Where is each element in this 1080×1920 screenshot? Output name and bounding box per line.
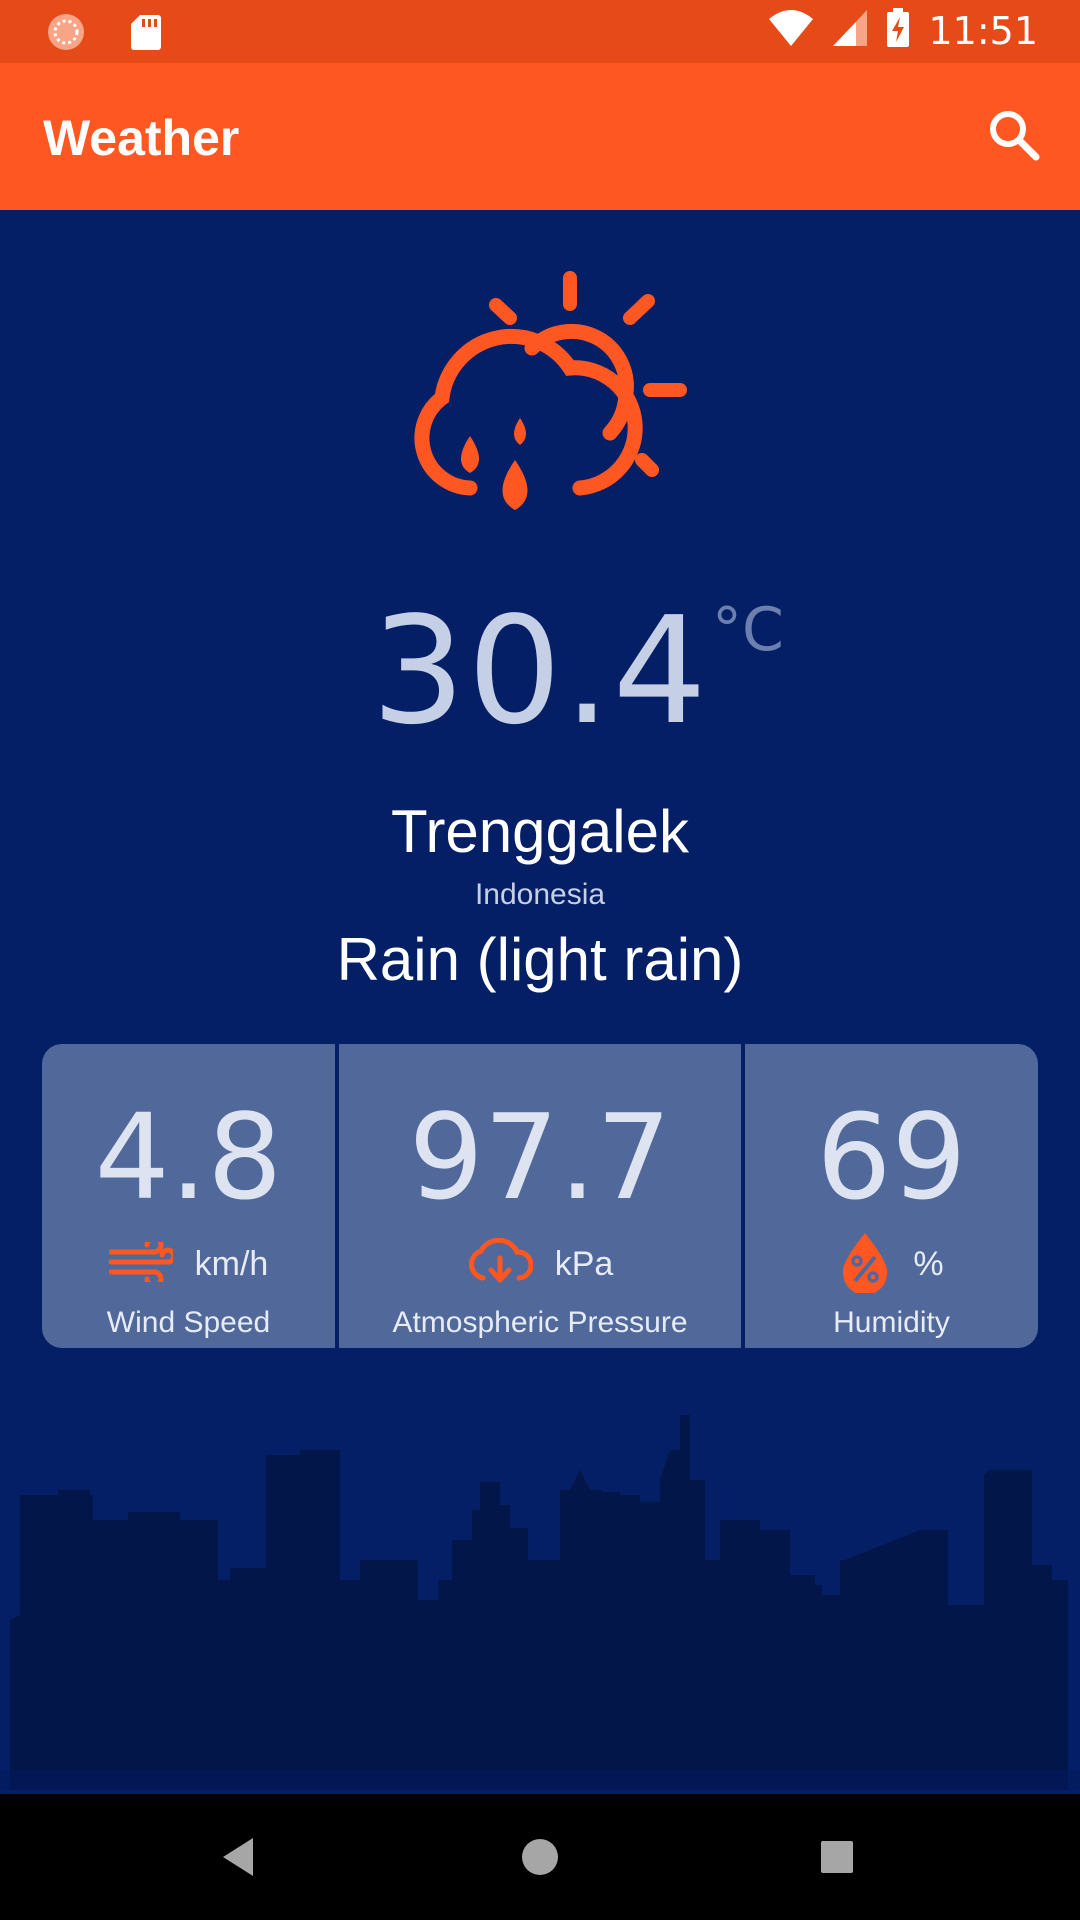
humidity-stat: 69 % Humidity xyxy=(741,1044,1038,1348)
pressure-label: Atmospheric Pressure xyxy=(392,1306,688,1339)
weather-screen: 11:51 Weather 30.4 °C Trenggalek Indones… xyxy=(0,0,1080,1920)
search-icon xyxy=(990,111,1040,161)
cloud-download-icon xyxy=(467,1237,534,1291)
humidity-value: 69 xyxy=(816,1088,967,1226)
battery-charging-icon xyxy=(886,8,910,53)
status-bar: 11:51 xyxy=(0,0,1080,63)
temperature-unit: °C xyxy=(712,595,784,665)
sd-card-icon xyxy=(130,13,162,56)
navigation-bar xyxy=(0,1794,1080,1920)
pressure-stat: 97.7 kPa Atmospheric Pressure xyxy=(335,1044,741,1348)
partly-cloudy-rain-icon xyxy=(390,268,690,538)
app-bar: Weather xyxy=(0,63,1080,210)
wind-speed-label: Wind Speed xyxy=(106,1306,271,1339)
wind-speed-unit: km/h xyxy=(194,1244,269,1283)
home-icon xyxy=(522,1839,558,1875)
status-time: 11:51 xyxy=(928,8,1038,53)
wind-speed-stat: 4.8 km/h Wind Speed xyxy=(42,1044,335,1348)
weather-stats-panel: 4.8 km/h Wind Speed 97.7 kPa Atmospheric… xyxy=(42,1044,1038,1348)
pressure-unit: kPa xyxy=(554,1244,614,1283)
pressure-value: 97.7 xyxy=(408,1088,672,1226)
city-skyline-illustration xyxy=(0,1410,1080,1790)
loading-icon xyxy=(46,12,86,57)
signal-icon xyxy=(832,9,868,52)
temperature-value: 30.4 xyxy=(371,585,709,757)
recents-icon xyxy=(821,1841,853,1873)
country-name: Indonesia xyxy=(474,878,606,911)
wind-speed-value: 4.8 xyxy=(94,1088,283,1226)
humidity-unit: % xyxy=(913,1244,944,1283)
humidity-drop-icon xyxy=(839,1231,891,1298)
temperature-display: 30.4 °C xyxy=(0,585,1080,757)
wind-icon xyxy=(108,1235,177,1288)
humidity-label: Humidity xyxy=(833,1306,950,1339)
back-button[interactable] xyxy=(215,1832,265,1882)
city-name: Trenggalek xyxy=(391,798,689,865)
search-button[interactable] xyxy=(984,105,1044,165)
back-icon xyxy=(223,1838,253,1876)
recents-button[interactable] xyxy=(812,1832,862,1882)
home-button[interactable] xyxy=(515,1832,565,1882)
app-title: Weather xyxy=(43,110,240,166)
weather-condition: Rain (light rain) xyxy=(336,926,744,993)
wifi-icon xyxy=(768,9,814,52)
